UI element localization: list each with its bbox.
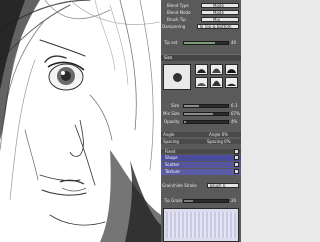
brush-tip-flat[interactable]: [225, 64, 238, 75]
tip-set-label: Tip set: [164, 40, 178, 45]
texture-preview[interactable]: [163, 208, 239, 242]
opacity-label: Opacity: [164, 119, 180, 124]
size-slider[interactable]: [183, 104, 229, 108]
brush-tip-soft[interactable]: [210, 64, 223, 75]
shape-checkbox[interactable]: [234, 155, 239, 160]
opacity-value: 4%: [231, 119, 238, 124]
spacing-label: Spacing: [163, 139, 179, 144]
ink-tip-icon: [212, 80, 221, 86]
dampening-label: Dampening: [162, 24, 186, 29]
size-value: 6.3: [231, 103, 238, 108]
size-section-title: Size: [164, 55, 173, 60]
brush-settings-panel: Blend Type Mode Blend Mode Mode Brush Ti…: [161, 0, 241, 242]
tip-grain-label: Tip Grain: [164, 198, 183, 203]
angle-label: Angle: [163, 132, 175, 137]
grain-select[interactable]: Brush 0: [207, 183, 239, 188]
spacing-row[interactable]: Spacing Spacing 0%: [161, 138, 241, 144]
spacing-value: Spacing 0%: [207, 139, 231, 144]
brush-tip-ink[interactable]: [210, 77, 223, 88]
chalk-tip-icon: [197, 83, 206, 86]
sketch-artwork: [0, 0, 161, 242]
min-size-slider[interactable]: [183, 112, 229, 116]
wide-tip-icon: [227, 83, 236, 86]
angle-value: Angle 0%: [209, 132, 228, 137]
dynamics-item-fixed[interactable]: Fixed: [161, 148, 241, 154]
min-size-label: Min Size: [163, 111, 180, 116]
tip-grain-value: 20: [231, 198, 237, 203]
blend-mode-select[interactable]: Mode: [201, 10, 239, 15]
dampening-select[interactable]: To Top & Bottom: [197, 24, 239, 29]
round-tip-icon: [197, 69, 206, 73]
tip-set-slider[interactable]: [183, 41, 229, 45]
dynamics-item-scatter[interactable]: Scatter: [161, 162, 241, 168]
brush-tip-round[interactable]: [195, 64, 208, 75]
size-label: Size: [171, 103, 180, 108]
opacity-slider[interactable]: [183, 120, 229, 124]
soft-tip-icon: [212, 68, 221, 73]
brush-tip-label: Brush Tip: [167, 17, 186, 22]
tip-grain-slider[interactable]: [183, 199, 229, 203]
grain-label: Grain/hide Stroke: [162, 183, 197, 188]
tip-set-value: 40: [231, 40, 237, 45]
brush-tip-chalk[interactable]: [195, 77, 208, 88]
texture-checkbox[interactable]: [234, 169, 239, 174]
blend-mode-label: Blend Mode: [167, 10, 191, 15]
brush-tip-select[interactable]: Mix: [201, 17, 239, 22]
blend-type-select[interactable]: Mode: [201, 3, 239, 8]
drawing-canvas[interactable]: [0, 0, 161, 242]
flat-tip-icon: [227, 69, 236, 73]
texture-pattern: [166, 212, 236, 238]
dynamics-item-texture[interactable]: Texture: [161, 169, 241, 175]
app-window: Blend Type Mode Blend Mode Mode Brush Ti…: [0, 0, 241, 242]
scatter-checkbox[interactable]: [234, 162, 239, 167]
angle-row[interactable]: Angle Angle 0%: [161, 131, 241, 137]
brush-tip-wide[interactable]: [225, 77, 238, 88]
dynamics-item-shape[interactable]: Shape: [161, 155, 241, 161]
min-size-value: 67%: [231, 111, 240, 116]
blend-type-label: Blend Type: [167, 3, 189, 8]
brush-preview: [163, 64, 191, 90]
brush-dot-icon: [173, 73, 182, 82]
size-section-header[interactable]: Size: [161, 54, 241, 61]
fixed-checkbox[interactable]: [234, 149, 239, 154]
